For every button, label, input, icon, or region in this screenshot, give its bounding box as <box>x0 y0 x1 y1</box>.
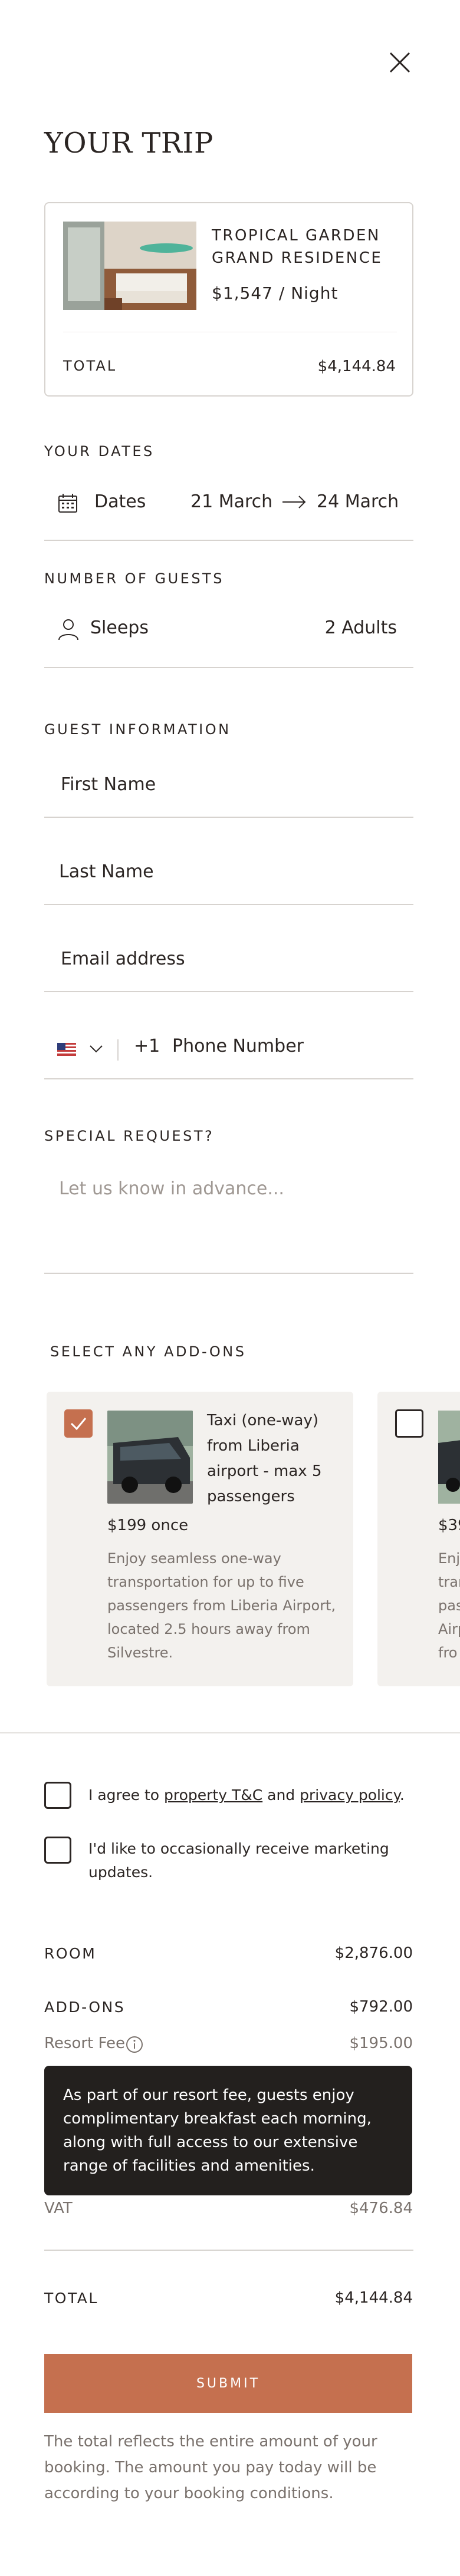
terms-text: I agree to property T&C and privacy poli… <box>88 1784 419 1807</box>
special-request-placeholder: Let us know in advance... <box>59 1178 284 1199</box>
addon-image-2 <box>438 1411 460 1504</box>
phone-placeholder: Phone Number <box>172 1036 304 1056</box>
resort-fee-value: $195.00 <box>349 2035 413 2052</box>
terms-prefix: I agree to <box>88 1786 164 1804</box>
addon-price-2: $39 <box>438 1517 460 1534</box>
addon-checkbox-taxi[interactable] <box>64 1409 93 1438</box>
guests-selector[interactable]: Sleeps 2 Adults <box>44 610 413 655</box>
marketing-text: I'd like to occasionally receive marketi… <box>88 1840 389 1881</box>
vat-label: VAT <box>44 2199 73 2217</box>
divider <box>44 817 413 818</box>
room-label: ROOM <box>44 1945 97 1962</box>
email-placeholder: Email address <box>61 949 185 969</box>
addons-value: $792.00 <box>349 1998 413 2016</box>
us-flag-icon <box>57 1043 76 1056</box>
resort-fee-label: Resort Fee <box>44 2035 126 2052</box>
phone-field[interactable]: +1 Phone Number <box>44 1022 413 1078</box>
vat-value: $476.84 <box>349 2199 413 2217</box>
privacy-link[interactable]: privacy policy <box>300 1786 400 1804</box>
guests-value: 2 Adults <box>324 617 397 638</box>
footer-note: The total reflects the entire amount of … <box>44 2433 377 2502</box>
addons-section-label: SELECT ANY ADD-ONS <box>50 1343 247 1360</box>
section-divider <box>0 1732 460 1733</box>
card-total-label: TOTAL <box>63 358 117 374</box>
guest-info-section-label: GUEST INFORMATION <box>44 721 231 738</box>
addon-description-2: Enj tran pas Airp fro <box>438 1550 460 1661</box>
marketing-checkbox[interactable] <box>44 1837 71 1864</box>
country-code-dropdown[interactable] <box>57 1039 128 1061</box>
dates-selector[interactable]: Dates 21 March 24 March <box>44 484 413 529</box>
first-name-placeholder: First Name <box>61 774 156 795</box>
arrow-right-icon <box>282 496 306 508</box>
divider <box>44 2250 413 2251</box>
chevron-down-icon <box>90 1045 103 1053</box>
divider <box>44 540 413 541</box>
email-field[interactable]: Email address <box>44 934 413 991</box>
terms-checkbox[interactable] <box>44 1782 71 1809</box>
calendar-icon <box>58 494 77 513</box>
last-name-placeholder: Last Name <box>59 861 154 882</box>
addon-card-taxi[interactable]: Taxi (one-way) from Liberia airport - ma… <box>47 1392 353 1686</box>
special-request-textarea[interactable]: Let us know in advance... <box>44 1167 413 1273</box>
summary-total-label: TOTAL <box>44 2290 98 2307</box>
resort-fee-tooltip: As part of our resort fee, guests enjoy … <box>44 2066 412 2195</box>
first-name-field[interactable]: First Name <box>44 760 413 817</box>
divider <box>44 1273 413 1274</box>
trip-summary-card: TROPICAL GARDEN GRAND RESIDENCE $1,547 /… <box>44 202 413 397</box>
dates-section-label: YOUR DATES <box>44 443 155 460</box>
dates-label: Dates <box>94 491 146 512</box>
divider <box>44 667 413 668</box>
separator <box>117 1039 119 1061</box>
taxi-van-image <box>107 1411 193 1504</box>
info-icon[interactable] <box>125 2035 144 2054</box>
room-value: $2,876.00 <box>334 1944 413 1962</box>
nightly-price: $1,547 / Night <box>212 283 339 303</box>
addon-price: $199 once <box>107 1517 189 1534</box>
submit-button[interactable]: SUBMIT <box>44 2354 412 2413</box>
addons-label: ADD-ONS <box>44 1999 126 2016</box>
page-title: YOUR TRIP <box>44 127 213 160</box>
close-icon <box>389 52 410 73</box>
checkmark-icon <box>70 1418 87 1431</box>
addon-card-2[interactable]: $39 Enj tran pas Airp fro <box>377 1392 460 1686</box>
divider <box>44 991 413 992</box>
guests-label: Sleeps <box>90 617 149 638</box>
divider <box>44 904 413 905</box>
start-date: 21 March <box>190 491 273 512</box>
addon-title: Taxi (one-way) from Liberia airport - ma… <box>207 1412 322 1505</box>
terms-link[interactable]: property T&C <box>164 1786 262 1804</box>
addon-checkbox-2[interactable] <box>395 1409 423 1438</box>
terms-suffix: . <box>399 1786 405 1804</box>
hotel-name: TROPICAL GARDEN GRAND RESIDENCE <box>212 227 383 267</box>
end-date: 24 March <box>317 491 399 512</box>
terms-and: and <box>262 1786 300 1804</box>
close-button[interactable] <box>383 46 416 79</box>
dial-code: +1 <box>134 1036 160 1056</box>
person-icon <box>58 619 78 640</box>
divider <box>44 1078 413 1079</box>
card-total-value: $4,144.84 <box>317 358 396 375</box>
guests-section-label: NUMBER OF GUESTS <box>44 570 224 587</box>
addon-description: Enjoy seamless one-way transportation fo… <box>107 1550 336 1661</box>
hotel-room-image <box>63 222 196 310</box>
last-name-field[interactable]: Last Name <box>44 847 413 904</box>
special-request-section-label: SPECIAL REQUEST? <box>44 1128 215 1144</box>
summary-total-value: $4,144.84 <box>334 2289 413 2307</box>
